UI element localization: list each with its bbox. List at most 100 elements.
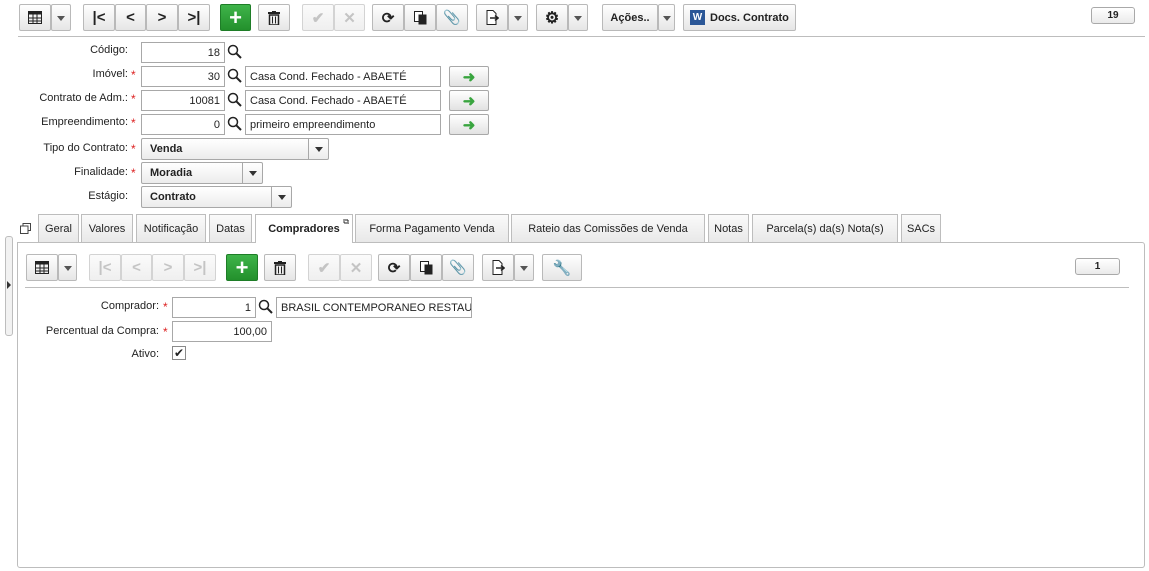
next-icon: > bbox=[163, 259, 173, 276]
search-icon[interactable] bbox=[258, 299, 274, 315]
wrench-icon: 🔧 bbox=[552, 259, 572, 277]
contrato-adm-go-button[interactable]: ➜ bbox=[449, 90, 489, 111]
docs-contrato-button[interactable]: W Docs. Contrato bbox=[683, 4, 796, 31]
sub-next-record-button[interactable]: > bbox=[152, 254, 184, 281]
tab-datas[interactable]: Datas bbox=[209, 214, 252, 242]
chevron-down-icon bbox=[308, 139, 328, 159]
tab-rateio-comissoes[interactable]: Rateio das Comissões de Venda bbox=[511, 214, 705, 242]
next-record-button[interactable]: > bbox=[146, 4, 178, 31]
tab-notas[interactable]: Notas bbox=[708, 214, 749, 242]
last-record-button[interactable]: >| bbox=[178, 4, 210, 31]
required-marker: * bbox=[131, 92, 136, 106]
sub-confirm-button[interactable]: ✔ bbox=[308, 254, 340, 281]
sub-toolbar-divider bbox=[25, 287, 1129, 288]
gear-icon: ⚙ bbox=[544, 9, 560, 27]
tab-sacs[interactable]: SACs bbox=[901, 214, 941, 242]
tab-geral[interactable]: Geral bbox=[38, 214, 79, 242]
percentual-field[interactable]: 100,00 bbox=[172, 321, 272, 342]
refresh-icon: ⟳ bbox=[381, 9, 395, 27]
search-icon[interactable] bbox=[227, 44, 243, 60]
sub-grid-view-button[interactable] bbox=[26, 254, 58, 281]
export-icon bbox=[492, 260, 505, 275]
chevron-down-icon bbox=[663, 16, 671, 21]
sub-attach-button[interactable]: 📎 bbox=[442, 254, 474, 281]
search-icon[interactable] bbox=[227, 68, 243, 84]
tipo-contrato-select[interactable]: Venda bbox=[141, 138, 329, 160]
refresh-button[interactable]: ⟳ bbox=[372, 4, 404, 31]
ativo-checkbox[interactable]: ✔ bbox=[172, 346, 186, 360]
finalidade-label: Finalidade: bbox=[74, 166, 128, 178]
duplicate-button[interactable] bbox=[404, 4, 436, 31]
chevron-right-icon bbox=[7, 281, 11, 289]
actions-label: Ações.. bbox=[610, 11, 650, 24]
actions-dropdown[interactable] bbox=[658, 4, 675, 31]
sub-previous-record-button[interactable]: < bbox=[121, 254, 152, 281]
required-marker: * bbox=[163, 325, 168, 339]
check-icon: ✔ bbox=[311, 9, 325, 27]
plus-icon: + bbox=[229, 4, 242, 30]
imovel-field[interactable]: 30 bbox=[141, 66, 225, 87]
sub-export-dropdown[interactable] bbox=[514, 254, 534, 281]
tab-parcelas-notas[interactable]: Parcela(s) da(s) Nota(s) bbox=[752, 214, 898, 242]
export-button[interactable] bbox=[476, 4, 508, 31]
delete-button[interactable] bbox=[258, 4, 290, 31]
empreendimento-field[interactable]: 0 bbox=[141, 114, 225, 135]
grid-view-dropdown[interactable] bbox=[51, 4, 71, 31]
grid-view-button[interactable] bbox=[19, 4, 51, 31]
sub-refresh-button[interactable]: ⟳ bbox=[378, 254, 410, 281]
contrato-adm-label: Contrato de Adm.: bbox=[39, 92, 128, 104]
attach-button[interactable]: 📎 bbox=[436, 4, 468, 31]
first-icon: |< bbox=[98, 259, 112, 276]
imovel-go-button[interactable]: ➜ bbox=[449, 66, 489, 87]
previous-record-button[interactable]: < bbox=[115, 4, 146, 31]
search-icon[interactable] bbox=[227, 92, 243, 108]
required-marker: * bbox=[131, 68, 136, 82]
settings-button[interactable]: ⚙ bbox=[536, 4, 568, 31]
sub-last-record-button[interactable]: >| bbox=[184, 254, 216, 281]
sub-export-button[interactable] bbox=[482, 254, 514, 281]
actions-button[interactable]: Ações.. bbox=[602, 4, 658, 31]
add-button[interactable]: + bbox=[220, 4, 251, 31]
sub-first-record-button[interactable]: |< bbox=[89, 254, 121, 281]
comprador-field[interactable]: 1 bbox=[172, 297, 256, 318]
export-dropdown[interactable] bbox=[508, 4, 528, 31]
trash-icon bbox=[274, 260, 286, 275]
sub-add-button[interactable]: + bbox=[226, 254, 258, 281]
sub-grid-view-dropdown[interactable] bbox=[58, 254, 77, 281]
last-icon: >| bbox=[193, 259, 207, 276]
previous-icon: < bbox=[126, 9, 135, 26]
estagio-select[interactable]: Contrato bbox=[141, 186, 292, 208]
last-icon: >| bbox=[187, 9, 201, 26]
tab-forma-pagamento-venda[interactable]: Forma Pagamento Venda bbox=[355, 214, 509, 242]
sub-delete-button[interactable] bbox=[264, 254, 296, 281]
grid-icon bbox=[28, 11, 42, 24]
search-icon[interactable] bbox=[227, 116, 243, 132]
grid-icon bbox=[35, 261, 49, 274]
comprador-description: BRASIL CONTEMPORANEO RESTAU bbox=[276, 297, 472, 318]
chevron-down-icon bbox=[271, 187, 291, 207]
settings-dropdown[interactable] bbox=[568, 4, 588, 31]
confirm-button[interactable]: ✔ bbox=[302, 4, 334, 31]
sub-tools-button[interactable]: 🔧 bbox=[542, 254, 582, 281]
tab-compradores[interactable]: Compradores ⧉ bbox=[255, 214, 353, 243]
required-marker: * bbox=[163, 300, 168, 314]
checkmark-icon: ✔ bbox=[173, 346, 185, 360]
tab-valores[interactable]: Valores bbox=[81, 214, 133, 242]
empreendimento-go-button[interactable]: ➜ bbox=[449, 114, 489, 135]
tab-notificacao[interactable]: Notificação bbox=[136, 214, 206, 242]
chevron-down-icon bbox=[520, 266, 528, 271]
trash-icon bbox=[268, 10, 280, 25]
contrato-adm-field[interactable]: 10081 bbox=[141, 90, 225, 111]
docs-contrato-label: Docs. Contrato bbox=[710, 11, 789, 24]
popout-icon[interactable]: ⧉ bbox=[343, 217, 349, 227]
restore-window-icon[interactable] bbox=[20, 223, 31, 234]
finalidade-select[interactable]: Moradia bbox=[141, 162, 263, 184]
toolbar-divider bbox=[18, 36, 1145, 37]
codigo-field[interactable]: 18 bbox=[141, 42, 225, 63]
cancel-button[interactable]: ✕ bbox=[334, 4, 365, 31]
sub-cancel-button[interactable]: ✕ bbox=[340, 254, 372, 281]
side-panel-handle[interactable] bbox=[5, 236, 13, 336]
required-marker: * bbox=[131, 116, 136, 130]
first-record-button[interactable]: |< bbox=[83, 4, 115, 31]
sub-duplicate-button[interactable] bbox=[410, 254, 442, 281]
